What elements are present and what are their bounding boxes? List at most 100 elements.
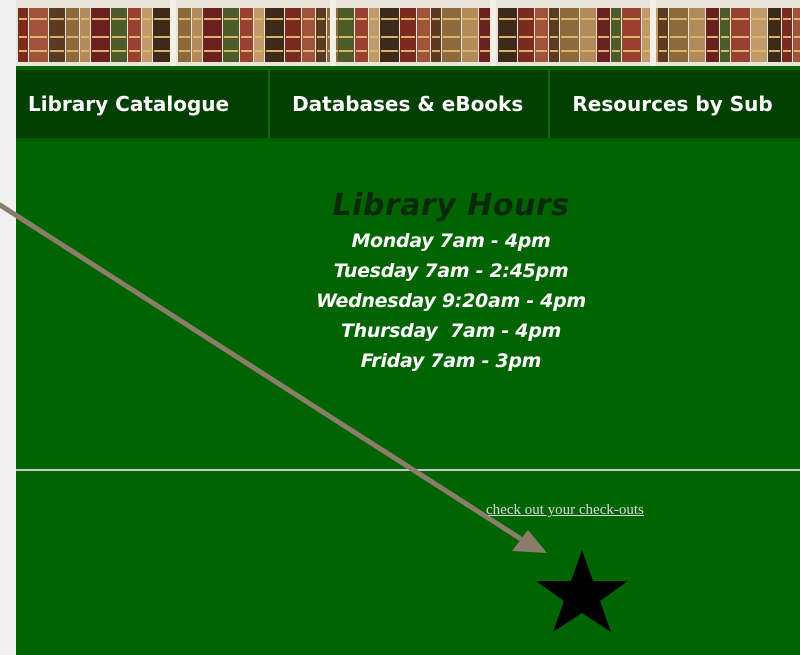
- book-spine-band: [317, 50, 325, 52]
- book-spine-band: [339, 18, 353, 20]
- book-spine: [128, 8, 141, 62]
- book-spine: [462, 8, 478, 62]
- book-spine-band: [463, 36, 477, 38]
- book-spine-band: [401, 18, 415, 20]
- book-spine-band: [179, 18, 190, 20]
- book-spine-band: [561, 18, 578, 20]
- book-spine: [142, 8, 152, 62]
- book-spine-band: [598, 18, 609, 20]
- book-spine-band: [707, 36, 718, 38]
- nav-resources-by-subject[interactable]: Resources by Sub: [550, 70, 800, 138]
- book-spine-band: [317, 36, 325, 38]
- bookshelf-banner-image: [16, 0, 800, 66]
- book-spine: [535, 8, 548, 62]
- book-spine-band: [154, 50, 171, 52]
- book-spine: [720, 8, 730, 62]
- book-spine-band: [623, 50, 640, 52]
- book-spine-band: [752, 50, 766, 52]
- book-spine-band: [690, 36, 704, 38]
- book-spine-band: [670, 50, 687, 52]
- book-spine-band: [193, 36, 201, 38]
- book-spine: [18, 8, 28, 62]
- book-spine-band: [794, 36, 800, 38]
- book-spine-band: [30, 18, 47, 20]
- book-spine-band: [92, 18, 109, 20]
- book-spine-band: [50, 36, 64, 38]
- book-spine: [111, 8, 127, 62]
- book-spine-band: [598, 50, 609, 52]
- book-spine-band: [112, 18, 126, 20]
- book-spine-band: [19, 50, 27, 52]
- book-spine-band: [303, 50, 314, 52]
- book-spine-band: [499, 36, 516, 38]
- book-spine-band: [550, 50, 558, 52]
- book-spine-band: [356, 50, 367, 52]
- book-spine-band: [480, 36, 491, 38]
- book-spine-band: [721, 50, 729, 52]
- hours-line-monday: Monday 7am - 4pm: [351, 230, 551, 252]
- library-hours-title: Library Hours: [332, 188, 570, 223]
- book-spine-band: [690, 18, 704, 20]
- book-spine: [731, 8, 750, 62]
- book-spine-band: [659, 36, 667, 38]
- book-spine-band: [255, 50, 263, 52]
- hours-line-wednesday: Wednesday 9:20am - 4pm: [316, 290, 586, 312]
- book-spine-band: [581, 50, 595, 52]
- book-spine-band: [432, 50, 440, 52]
- book-spine-band: [81, 18, 89, 20]
- book-spine-band: [598, 36, 609, 38]
- nav-library-catalogue[interactable]: Library Catalogue: [16, 70, 271, 138]
- checkout-link[interactable]: check out your check-outs: [486, 502, 644, 519]
- book-spine-band: [129, 36, 140, 38]
- book-spine: [706, 8, 719, 62]
- book-spine-band: [721, 18, 729, 20]
- book-spine: [80, 8, 90, 62]
- book-spine: [338, 8, 354, 62]
- bookshelf-svg: [18, 0, 800, 66]
- book-spine-band: [241, 36, 252, 38]
- book-spine: [254, 8, 264, 62]
- book-spine-band: [286, 18, 300, 20]
- book-spine-band: [443, 36, 460, 38]
- book-spine-band: [81, 36, 89, 38]
- hours-line-thursday: Thursday 7am - 4pm: [340, 320, 562, 342]
- book-spine-band: [50, 50, 64, 52]
- book-spine: [380, 8, 399, 62]
- book-spine-band: [129, 50, 140, 52]
- book-spine: [580, 8, 596, 62]
- book-spine-band: [224, 36, 238, 38]
- book-spine-band: [581, 18, 595, 20]
- shelf-gap: [490, 0, 496, 66]
- book-spine: [560, 8, 579, 62]
- book-spine-band: [690, 50, 704, 52]
- book-spine: [316, 8, 326, 62]
- book-spine-band: [612, 18, 620, 20]
- book-spine-band: [463, 18, 477, 20]
- book-spine-band: [659, 18, 667, 20]
- book-spine-band: [499, 50, 516, 52]
- book-spine-band: [356, 18, 367, 20]
- book-spine-band: [418, 36, 429, 38]
- book-spine-band: [732, 18, 749, 20]
- book-spine-band: [670, 18, 687, 20]
- book-spine-band: [623, 36, 640, 38]
- book-spine: [355, 8, 368, 62]
- book-spine-band: [266, 36, 283, 38]
- book-spine-band: [154, 36, 171, 38]
- book-spine: [178, 8, 191, 62]
- book-spine-band: [769, 36, 780, 38]
- book-spine: [223, 8, 239, 62]
- book-spine: [782, 8, 792, 62]
- book-spine: [518, 8, 534, 62]
- section-divider: [16, 469, 800, 471]
- book-spine: [549, 8, 559, 62]
- book-spine-band: [561, 50, 578, 52]
- book-spine-band: [707, 50, 718, 52]
- nav-databases-ebooks[interactable]: Databases & eBooks: [270, 70, 551, 138]
- book-spine: [369, 8, 379, 62]
- book-spine-band: [204, 18, 221, 20]
- book-spine-band: [561, 36, 578, 38]
- hours-line-friday: Friday 7am - 3pm: [360, 350, 542, 372]
- book-spine-band: [92, 36, 109, 38]
- book-spine-band: [255, 18, 263, 20]
